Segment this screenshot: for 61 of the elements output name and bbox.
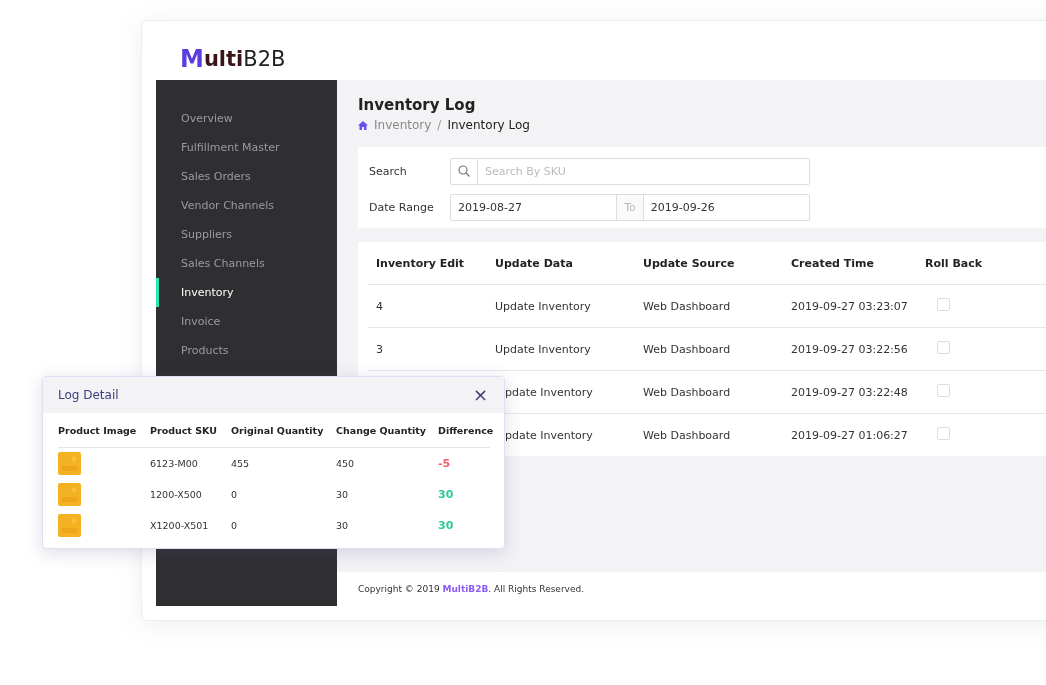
- table-cell: 30: [438, 519, 454, 532]
- breadcrumb-item[interactable]: Inventory: [374, 118, 432, 132]
- table-cell-text: 3: [376, 342, 384, 356]
- table-cell-text: Web Dashboard: [643, 385, 732, 399]
- sidebar-item[interactable]: Invoice: [156, 307, 337, 336]
- rollback-checkbox[interactable]: [937, 384, 950, 397]
- search-label: Search: [368, 164, 408, 178]
- sidebar-item[interactable]: Products: [156, 336, 337, 365]
- table-cell-text: Update Inventory: [495, 342, 592, 356]
- sidebar-item[interactable]: Overview: [156, 104, 337, 133]
- column-header: Created Time: [791, 256, 875, 270]
- rollback-checkbox[interactable]: [937, 341, 950, 354]
- logo: MultiB2B: [180, 44, 286, 73]
- column-header: Roll Back: [925, 256, 984, 270]
- table-cell-text: Web Dashboard: [643, 428, 732, 442]
- table-cell-text: 450: [336, 458, 356, 469]
- table-cell-text: Web Dashboard: [643, 342, 732, 356]
- sidebar-item[interactable]: Sales Orders: [156, 162, 337, 191]
- column-header: Difference: [438, 424, 494, 436]
- table-cell-text: 2019-09-27 03:23:07: [791, 299, 909, 313]
- column-header: Change Quantity: [336, 424, 427, 436]
- table-cell-text: 30: [336, 520, 350, 531]
- table-cell-text: 30: [336, 489, 350, 500]
- sidebar-item[interactable]: Vendor Channels: [156, 191, 337, 220]
- date-range-label: Date Range: [368, 200, 435, 214]
- breadcrumb-item: Inventory Log: [447, 118, 530, 132]
- table-cell: 30: [438, 488, 454, 501]
- dialog-title: Log Detail: [58, 388, 119, 402]
- column-header: Inventory Edit: [376, 256, 466, 270]
- table-cell-text: 4: [376, 299, 384, 313]
- breadcrumb-separator: /: [437, 118, 442, 132]
- sidebar-item[interactable]: Fulfillment Master: [156, 133, 337, 162]
- table-cell-text: 6123-M00: [150, 458, 199, 469]
- sidebar-item[interactable]: Suppliers: [156, 220, 337, 249]
- page-title: Inventory Log: [358, 96, 477, 114]
- table-cell-text: pdate Inventory: [504, 428, 594, 442]
- table-cell-text: 1200-X500: [150, 489, 203, 500]
- table-cell-text: 2019-09-27 01:06:27: [791, 428, 909, 442]
- search-icon: [458, 165, 470, 177]
- table-cell-text: 2019-09-27 03:22:56: [791, 342, 909, 356]
- table-cell: -5: [438, 457, 451, 470]
- table-cell-text: pdate Inventory: [504, 385, 594, 399]
- rollback-checkbox[interactable]: [937, 298, 950, 311]
- column-header: Update Source: [643, 256, 736, 270]
- table-cell-text: 455: [231, 458, 251, 469]
- copyright-text: Copyright © 2019 MultiB2B. All Rights Reserved.: [337, 572, 1046, 606]
- table-cell-text: 2019-09-27 03:22:48: [791, 385, 909, 399]
- rollback-checkbox[interactable]: [937, 427, 950, 440]
- column-header: Product SKU: [150, 424, 218, 436]
- table-cell-text: 0: [231, 520, 239, 531]
- close-button[interactable]: ×: [472, 386, 488, 404]
- table-cell-text: 0: [231, 489, 239, 500]
- column-header: Product Image: [58, 424, 138, 436]
- table-cell-text: Update Inventory: [495, 299, 592, 313]
- sidebar-item[interactable]: Sales Channels: [156, 249, 337, 278]
- column-header: Update Data: [495, 256, 574, 270]
- search-placeholder: Search By SKU: [485, 164, 566, 178]
- table-cell-text: X1200-X501: [150, 520, 210, 531]
- column-header: Original Quantity: [231, 424, 325, 436]
- home-icon: [358, 120, 368, 130]
- table-cell-text: Web Dashboard: [643, 299, 732, 313]
